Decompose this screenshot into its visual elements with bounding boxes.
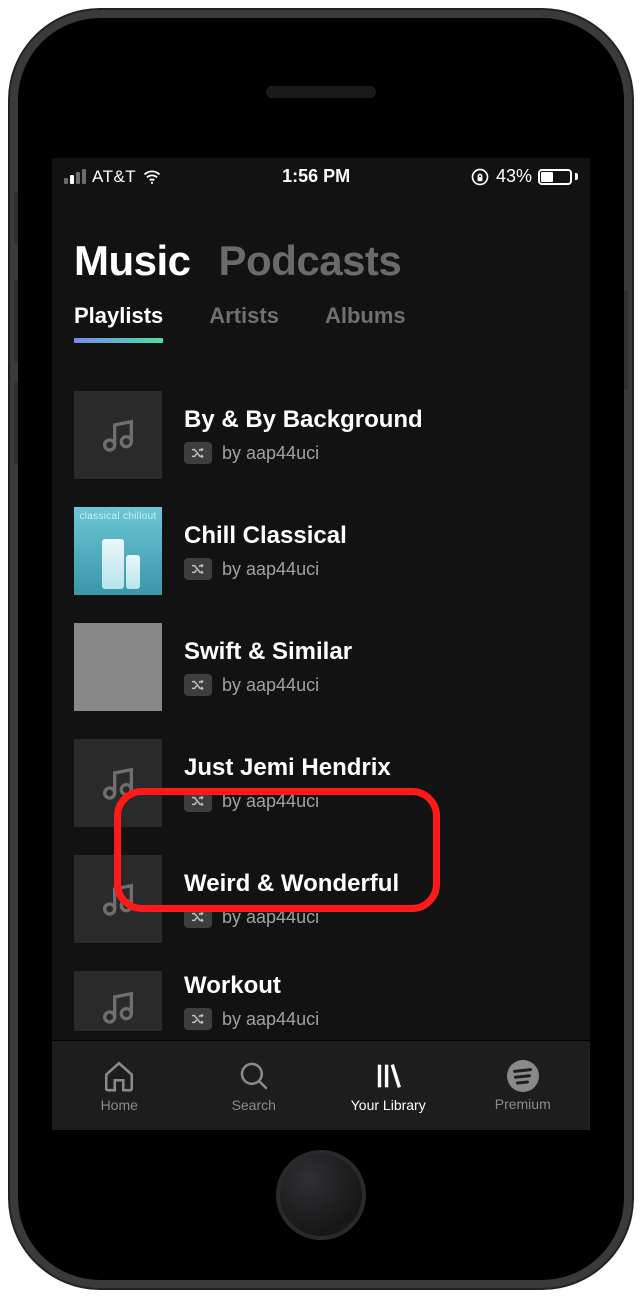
- playlist-title: Chill Classical: [184, 522, 347, 550]
- playlist-byline: by aap44uci: [222, 559, 319, 580]
- battery-percent-label: 43%: [496, 166, 532, 187]
- nav-premium[interactable]: Premium: [456, 1041, 591, 1130]
- home-icon: [102, 1059, 136, 1093]
- search-icon: [237, 1059, 271, 1093]
- shuffle-icon: [184, 674, 212, 696]
- tab-music[interactable]: Music: [74, 237, 191, 285]
- playlist-byline: by aap44uci: [222, 1009, 319, 1030]
- playlist-cover: [74, 739, 162, 827]
- music-note-icon: [98, 415, 138, 455]
- battery-icon: [538, 169, 578, 185]
- playlist-title: Just Jemi Hendrix: [184, 754, 391, 782]
- shuffle-icon: [184, 790, 212, 812]
- playlist-byline: by aap44uci: [222, 675, 319, 696]
- rotation-lock-icon: [470, 167, 490, 187]
- shuffle-icon: [184, 558, 212, 580]
- nav-home[interactable]: Home: [52, 1041, 187, 1130]
- nav-label: Your Library: [351, 1097, 426, 1113]
- tab-podcasts[interactable]: Podcasts: [219, 237, 402, 285]
- nav-label: Premium: [495, 1096, 551, 1112]
- phone-frame: AT&T 1:56 PM 43% Music Podcasts: [10, 10, 632, 1288]
- music-note-icon: [98, 763, 138, 803]
- playlist-title: Workout: [184, 972, 319, 1000]
- playlist-byline: by aap44uci: [222, 443, 319, 464]
- playlist-byline: by aap44uci: [222, 791, 319, 812]
- subtab-artists[interactable]: Artists: [209, 303, 279, 339]
- wifi-icon: [142, 167, 162, 187]
- music-note-icon: [98, 879, 138, 919]
- playlist-title: By & By Background: [184, 406, 423, 434]
- home-button[interactable]: [276, 1150, 366, 1240]
- playlist-title: Weird & Wonderful: [184, 870, 399, 898]
- spotify-icon: [507, 1060, 539, 1092]
- carrier-label: AT&T: [92, 167, 136, 187]
- playlist-row[interactable]: Swift & Similar by aap44uci: [74, 609, 568, 725]
- screen: AT&T 1:56 PM 43% Music Podcasts: [52, 158, 590, 1130]
- clock-label: 1:56 PM: [282, 166, 350, 187]
- playlist-row[interactable]: Just Jemi Hendrix by aap44uci: [74, 725, 568, 841]
- library-subtabs: Playlists Artists Albums: [52, 303, 590, 347]
- status-bar: AT&T 1:56 PM 43%: [52, 158, 590, 191]
- subtab-playlists[interactable]: Playlists: [74, 303, 163, 339]
- playlist-cover: [74, 391, 162, 479]
- subtab-albums[interactable]: Albums: [325, 303, 406, 339]
- nav-label: Home: [101, 1097, 138, 1113]
- playlist-row[interactable]: classical chillout Chill Classical by aa…: [74, 493, 568, 609]
- cell-signal-icon: [64, 169, 86, 184]
- shuffle-icon: [184, 442, 212, 464]
- nav-search[interactable]: Search: [187, 1041, 322, 1130]
- shuffle-icon: [184, 906, 212, 928]
- playlist-cover: [74, 971, 162, 1031]
- nav-label: Search: [232, 1097, 276, 1113]
- playlist-cover: [74, 623, 162, 711]
- playlist-row[interactable]: Weird & Wonderful by aap44uci: [74, 841, 568, 957]
- playlist-row[interactable]: By & By Background by aap44uci: [74, 377, 568, 493]
- bottom-nav: Home Search Your Library Premium: [52, 1040, 590, 1130]
- playlist-cover: classical chillout: [74, 507, 162, 595]
- playlist-byline: by aap44uci: [222, 907, 319, 928]
- music-note-icon: [98, 987, 138, 1027]
- library-icon: [371, 1059, 405, 1093]
- playlist-list[interactable]: By & By Background by aap44uci classical…: [52, 347, 590, 1031]
- playlist-row[interactable]: Workout by aap44uci: [74, 957, 568, 1031]
- playlist-title: Swift & Similar: [184, 638, 352, 666]
- speaker-grille: [266, 86, 376, 98]
- nav-your-library[interactable]: Your Library: [321, 1041, 456, 1130]
- shuffle-icon: [184, 1008, 212, 1030]
- playlist-cover: [74, 855, 162, 943]
- cover-text: classical chillout: [74, 511, 162, 522]
- library-type-tabs: Music Podcasts: [52, 191, 590, 303]
